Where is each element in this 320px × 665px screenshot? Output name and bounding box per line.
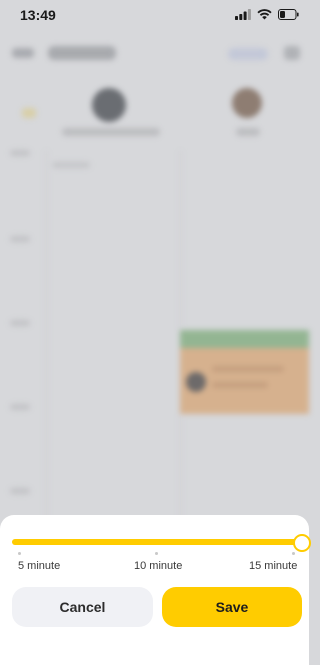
wifi-icon — [257, 9, 272, 20]
avatar — [186, 372, 206, 392]
slider-mid-label: 10 minute — [134, 560, 183, 572]
appointment-block — [180, 330, 309, 348]
cellular-signal-icon — [235, 9, 251, 20]
status-icons — [235, 9, 299, 20]
appointment-text-placeholder — [212, 382, 268, 388]
day-marker — [22, 108, 36, 118]
slider-max-label: 15 minute — [249, 560, 298, 572]
back-icon — [12, 48, 34, 58]
column-divider — [46, 150, 47, 550]
staff-name-placeholder — [62, 128, 160, 136]
avatar — [232, 88, 262, 118]
column-label-placeholder — [52, 162, 90, 168]
calendar-title-placeholder — [48, 46, 116, 60]
status-bar: 13:49 — [0, 0, 309, 32]
save-button[interactable]: Save — [162, 587, 302, 627]
status-time: 13:49 — [20, 7, 56, 23]
tick-dot — [18, 552, 21, 555]
time-tick — [10, 488, 30, 494]
staff-name-placeholder — [236, 128, 260, 136]
time-tick — [10, 404, 30, 410]
time-tick — [10, 320, 30, 326]
appointment-text-placeholder — [212, 366, 284, 372]
cancel-button[interactable]: Cancel — [12, 587, 153, 627]
interval-slider[interactable] — [12, 534, 311, 552]
tick-dot — [155, 552, 158, 555]
tick-dot — [292, 552, 295, 555]
header-action-icon — [284, 46, 300, 60]
interval-bottom-sheet: 5 minute 10 minute 15 minute Cancel Save — [0, 515, 311, 665]
blurred-calendar-background — [0, 32, 309, 552]
header-chip-placeholder — [228, 48, 268, 60]
avatar — [92, 88, 126, 122]
slider-fill — [12, 539, 302, 545]
time-tick — [10, 150, 30, 156]
time-tick — [10, 236, 30, 242]
slider-min-label: 5 minute — [18, 560, 61, 572]
slider-thumb[interactable] — [293, 534, 311, 552]
battery-icon — [278, 9, 299, 20]
